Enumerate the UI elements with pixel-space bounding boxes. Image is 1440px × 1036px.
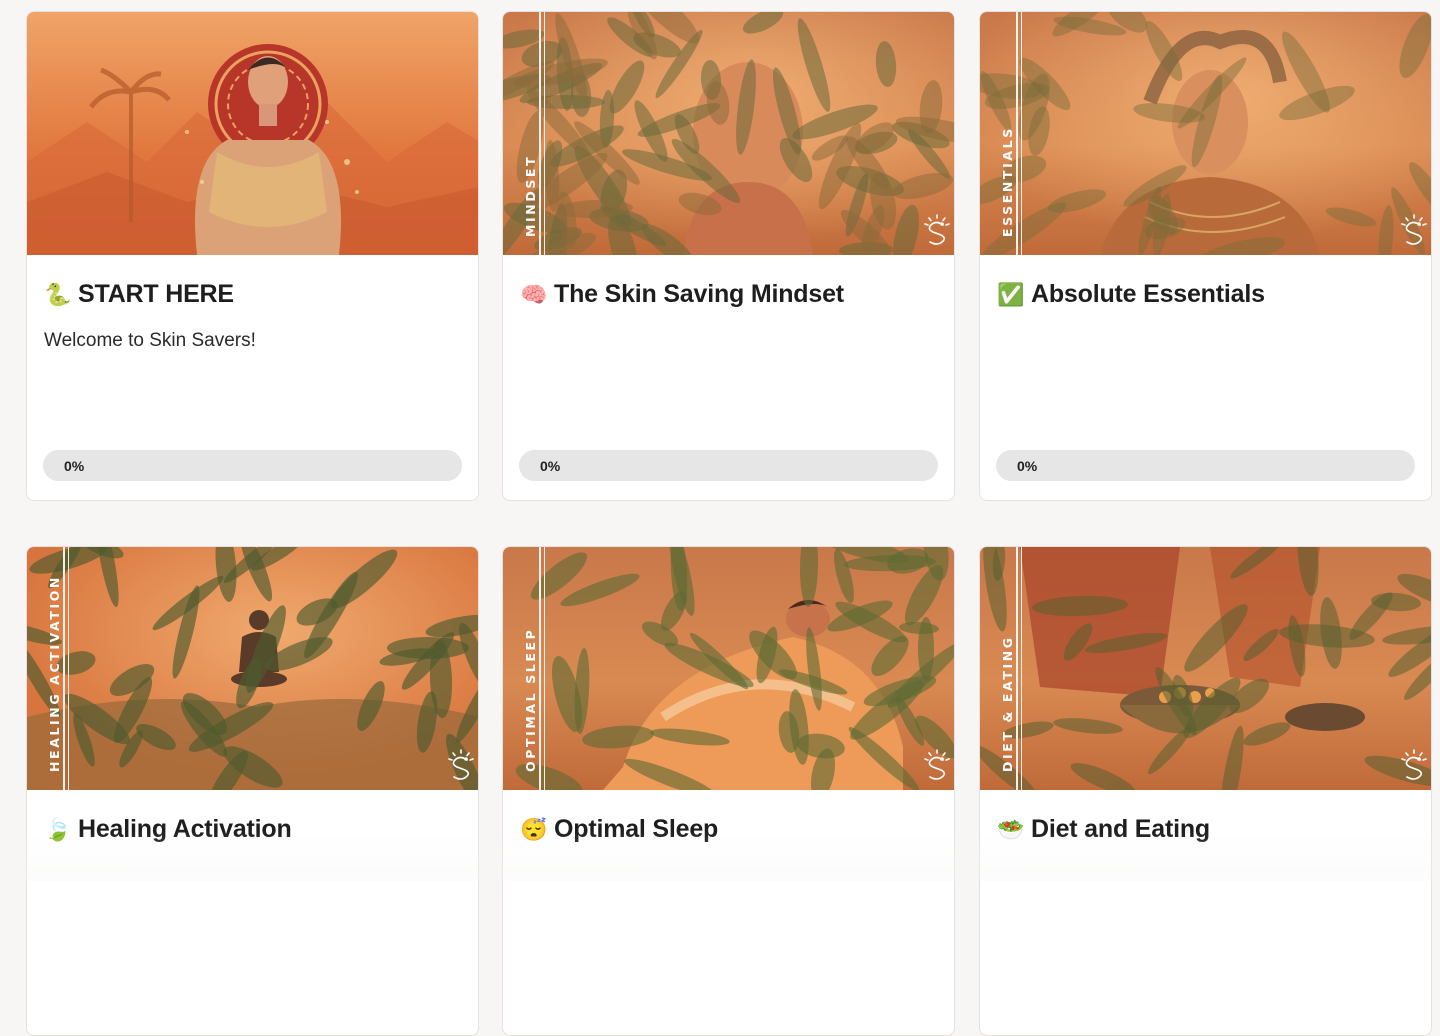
- course-title-row[interactable]: ✅ Absolute Essentials: [997, 280, 1415, 309]
- course-thumbnail[interactable]: OPTIMAL SLEEP: [503, 547, 954, 790]
- course-card[interactable]: HEALING ACTIVATION 🍃 Healing Activation: [26, 546, 479, 1036]
- course-card[interactable]: MINDSET 🧠 The Skin Saving Mindset 0%: [502, 11, 955, 501]
- course-title[interactable]: Optimal Sleep: [554, 815, 718, 844]
- course-title-row[interactable]: 🧠 The Skin Saving Mindset: [520, 280, 938, 309]
- snake-sun-logo-icon: [922, 213, 952, 247]
- course-thumbnail[interactable]: DIET & EATING: [980, 547, 1431, 790]
- course-emoji-icon: 🥗: [997, 816, 1025, 842]
- course-emoji-icon: 🐍: [44, 281, 72, 307]
- side-band: OPTIMAL SLEEP: [503, 547, 545, 790]
- course-thumbnail[interactable]: ESSENTIALS: [980, 12, 1431, 255]
- progress-bar: 0%: [996, 450, 1415, 481]
- side-label: MINDSET: [523, 154, 538, 237]
- side-label: HEALING ACTIVATION: [47, 575, 62, 772]
- course-title-row[interactable]: 🥗 Diet and Eating: [997, 815, 1415, 844]
- progress-text: 0%: [1017, 458, 1038, 474]
- course-thumbnail[interactable]: HEALING ACTIVATION: [27, 547, 478, 790]
- course-card[interactable]: DIET & EATING 🥗 Diet and Eating: [979, 546, 1432, 1036]
- course-emoji-icon: ✅: [997, 281, 1025, 307]
- course-title-row[interactable]: 🐍 START HERE: [44, 280, 462, 309]
- progress-text: 0%: [540, 458, 561, 474]
- side-label: ESSENTIALS: [1000, 126, 1015, 237]
- course-title-row[interactable]: 😴 Optimal Sleep: [520, 815, 938, 844]
- band-divider: [1016, 547, 1018, 790]
- band-divider: [68, 547, 69, 790]
- band-divider: [1016, 12, 1018, 255]
- band-divider: [1021, 547, 1022, 790]
- side-band: ESSENTIALS: [980, 12, 1022, 255]
- snake-sun-logo-icon: [1399, 213, 1429, 247]
- course-title[interactable]: Diet and Eating: [1031, 815, 1210, 844]
- band-divider: [63, 547, 65, 790]
- course-card[interactable]: 🐍 START HERE Welcome to Skin Savers! 0%: [26, 11, 479, 501]
- course-grid: 🐍 START HERE Welcome to Skin Savers! 0%: [0, 0, 1440, 1036]
- course-card[interactable]: OPTIMAL SLEEP 😴 Optimal Sleep: [502, 546, 955, 1036]
- course-title[interactable]: Absolute Essentials: [1031, 280, 1265, 309]
- side-band: MINDSET: [503, 12, 545, 255]
- course-thumbnail[interactable]: MINDSET: [503, 12, 954, 255]
- snake-sun-logo-icon: [1399, 748, 1429, 782]
- band-divider: [1021, 12, 1022, 255]
- course-title-row[interactable]: 🍃 Healing Activation: [44, 815, 462, 844]
- course-title[interactable]: Healing Activation: [78, 815, 292, 844]
- course-title[interactable]: START HERE: [78, 280, 234, 309]
- course-emoji-icon: 😴: [520, 816, 548, 842]
- progress-text: 0%: [64, 458, 85, 474]
- band-divider: [544, 547, 545, 790]
- course-title[interactable]: The Skin Saving Mindset: [554, 280, 844, 309]
- course-card[interactable]: ESSENTIALS ✅ Absolute Essentials 0%: [979, 11, 1432, 501]
- progress-bar: 0%: [519, 450, 938, 481]
- side-band: HEALING ACTIVATION: [27, 547, 69, 790]
- snake-sun-logo-icon: [922, 748, 952, 782]
- band-divider: [544, 12, 545, 255]
- side-label: DIET & EATING: [1000, 635, 1015, 772]
- course-emoji-icon: 🧠: [520, 281, 548, 307]
- snake-sun-logo-icon: [446, 748, 476, 782]
- course-emoji-icon: 🍃: [44, 816, 72, 842]
- side-label: OPTIMAL SLEEP: [523, 627, 538, 772]
- progress-bar: 0%: [43, 450, 462, 481]
- band-divider: [539, 547, 541, 790]
- course-description: Welcome to Skin Savers!: [44, 330, 256, 351]
- band-divider: [539, 12, 541, 255]
- course-thumbnail[interactable]: [27, 12, 478, 255]
- side-band: DIET & EATING: [980, 547, 1022, 790]
